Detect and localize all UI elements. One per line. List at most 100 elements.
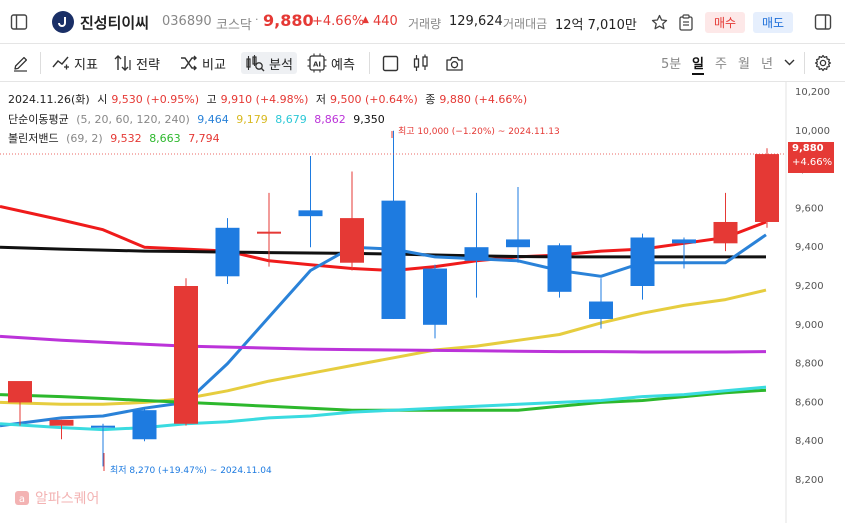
- camera-icon[interactable]: [444, 53, 464, 73]
- y-tick-label: 9,400: [795, 242, 824, 253]
- gear-icon[interactable]: [813, 53, 833, 73]
- amount-label: 거래대금: [503, 17, 548, 31]
- sma60-line: [0, 385, 767, 432]
- analysis-button[interactable]: 분석: [241, 52, 297, 74]
- bb-mid-value: 8,663: [149, 132, 181, 145]
- chevron-down-icon[interactable]: [782, 55, 796, 69]
- candle[interactable]: [49, 419, 74, 440]
- candle-body: [755, 154, 779, 222]
- low-value: 9,500 (+0.64%): [330, 93, 418, 106]
- candle[interactable]: [174, 278, 198, 426]
- price-tag-pct: +4.66%: [792, 157, 833, 168]
- change-amount: 440: [373, 14, 398, 29]
- star-icon[interactable]: [650, 13, 668, 31]
- candle-body: [547, 245, 572, 292]
- forecast-button[interactable]: AI 예측: [307, 52, 355, 74]
- y-tick-label: 8,800: [795, 359, 824, 370]
- candle[interactable]: [464, 192, 489, 298]
- sidebar-toggle-icon[interactable]: [10, 13, 28, 31]
- candle[interactable]: [713, 192, 738, 252]
- candle-body: [340, 218, 364, 263]
- period-year[interactable]: 년: [761, 53, 773, 72]
- candle[interactable]: [630, 233, 655, 300]
- candlestick-type-icon[interactable]: [411, 53, 431, 73]
- y-tick-label: 9,000: [795, 320, 824, 331]
- bb-params: (69, 2): [66, 132, 103, 145]
- period-5min[interactable]: 5분: [661, 53, 681, 72]
- candle-body: [464, 247, 489, 261]
- candle[interactable]: [132, 408, 157, 442]
- panel-toggle-icon[interactable]: [814, 13, 832, 31]
- candle-body: [132, 410, 157, 440]
- y-tick-label: 8,600: [795, 397, 824, 408]
- svg-text:AI: AI: [313, 61, 321, 69]
- strategy-button[interactable]: 전략: [114, 52, 160, 74]
- sma-legend[interactable]: 단순이동평균 (5, 20, 60, 120, 240) 9,464 9,179…: [8, 111, 389, 127]
- candle-body: [215, 227, 240, 277]
- candle-body: [589, 301, 613, 319]
- indicator-label: 지표: [74, 57, 98, 73]
- price-chart[interactable]: 10,20010,0009,8009,6009,4009,2009,0008,8…: [0, 82, 845, 523]
- up-triangle-icon: ▲: [362, 15, 369, 25]
- strategy-label: 전략: [136, 57, 160, 73]
- candle-body: [506, 239, 530, 248]
- strategy-icon: [114, 55, 131, 71]
- svg-text:a: a: [19, 494, 25, 505]
- candle[interactable]: [547, 243, 572, 298]
- toolbar-divider: [804, 52, 805, 74]
- stock-name: 진성티이씨: [80, 14, 150, 32]
- pencil-icon[interactable]: [10, 53, 30, 73]
- company-logo-icon: [52, 11, 74, 33]
- stock-code: 036890: [162, 14, 212, 29]
- period-week[interactable]: 주: [715, 53, 727, 72]
- separator-dot: ·: [255, 13, 259, 26]
- current-price: 9,880: [263, 11, 314, 30]
- volume-value: 129,624: [449, 14, 503, 29]
- analysis-icon: [246, 55, 265, 72]
- candle[interactable]: [423, 264, 447, 339]
- open-label: 시: [97, 93, 108, 106]
- period-day[interactable]: 일: [692, 53, 704, 75]
- low-label: 저: [315, 93, 327, 106]
- sma-label: 단순이동평균: [8, 113, 69, 126]
- candle-body: [423, 268, 447, 325]
- analysis-label: 분석: [269, 57, 293, 73]
- clipboard-icon[interactable]: [677, 13, 695, 31]
- high-annotation: 최고 10,000 (−1.20%) ~ 2024.11.13: [398, 126, 560, 137]
- bb-label: 볼린저밴드: [8, 132, 59, 145]
- watermark-text: 알파스퀘어: [35, 491, 100, 507]
- compare-icon: [181, 55, 197, 71]
- bb-mid-line: [0, 388, 767, 412]
- high-label: 고: [206, 93, 217, 106]
- candle[interactable]: [215, 218, 240, 285]
- bollinger-legend[interactable]: 볼린저밴드 (69, 2) 9,532 8,663 7,794: [8, 130, 224, 146]
- y-tick-label: 10,200: [795, 87, 830, 98]
- sma5-value: 9,464: [197, 113, 229, 126]
- watermark: a 알파스퀘어: [14, 488, 99, 508]
- candle[interactable]: [340, 171, 364, 271]
- candle[interactable]: [755, 148, 779, 228]
- square-shape-icon[interactable]: [380, 53, 400, 73]
- forecast-label: 예측: [331, 57, 355, 73]
- buy-order-button[interactable]: 매수: [705, 12, 745, 33]
- candle[interactable]: [506, 187, 530, 263]
- y-tick-label: 9,200: [795, 281, 824, 292]
- candle[interactable]: [257, 192, 281, 267]
- close-label: 종: [425, 93, 436, 106]
- y-tick-label: 8,200: [795, 475, 824, 486]
- candle-body: [8, 381, 32, 403]
- compare-button[interactable]: 비교: [180, 52, 226, 74]
- candle-body: [49, 419, 74, 426]
- indicator-button[interactable]: 지표: [52, 52, 98, 74]
- top-bar: 진성티이씨 036890 코스닥 · 9,880 +4.66% ▲ 440 거래…: [0, 0, 845, 44]
- sma240-value: 9,350: [353, 113, 385, 126]
- sell-order-button[interactable]: 매도: [753, 12, 793, 33]
- period-month[interactable]: 월: [738, 53, 750, 72]
- indicator-icon: [52, 56, 69, 70]
- market-name: 코스닥: [216, 18, 252, 33]
- candle[interactable]: [298, 156, 323, 248]
- sma120-value: 8,862: [314, 113, 346, 126]
- high-value: 9,910 (+4.98%): [220, 93, 309, 106]
- candle[interactable]: [381, 130, 406, 319]
- toolbar-divider: [40, 52, 41, 74]
